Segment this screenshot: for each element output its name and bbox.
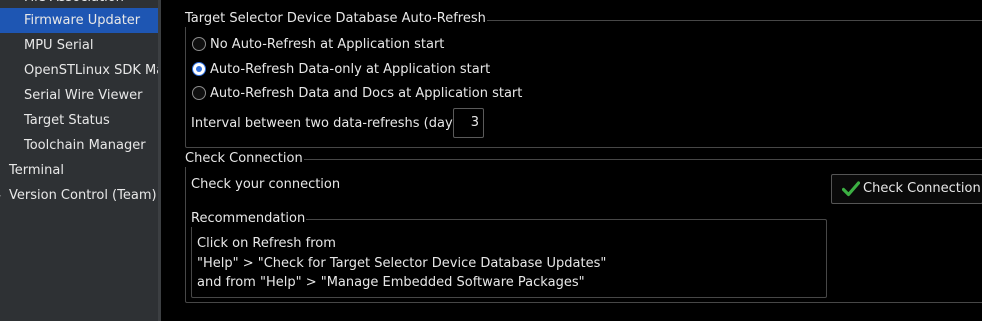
sidebar-item-firmware-updater[interactable]: Firmware Updater — [0, 8, 158, 33]
no-auto-refresh-radio[interactable] — [192, 37, 206, 51]
preferences-tree: File Association Firmware Updater MPU Se… — [0, 0, 158, 321]
sidebar-item-version-control[interactable]: Version Control (Team) — [9, 183, 157, 208]
sidebar-item-toolchain-manager[interactable]: Toolchain Manager — [24, 133, 146, 158]
recommendation-line-3: and from "Help" > "Manage Embedded Softw… — [197, 275, 585, 290]
sash-divider[interactable] — [158, 0, 161, 321]
sidebar-item-mpu-serial[interactable]: MPU Serial — [24, 33, 94, 58]
sidebar-item-serial-wire-viewer[interactable]: Serial Wire Viewer — [24, 83, 142, 108]
check-connection-button-label: Check Connection — [863, 181, 981, 196]
expand-arrow-icon[interactable]: ▸ — [0, 183, 1, 208]
recommendation-line-2: "Help" > "Check for Target Selector Devi… — [197, 256, 607, 271]
check-connection-button[interactable]: Check Connection — [831, 174, 982, 204]
check-connection-legend: Check Connection — [184, 151, 304, 167]
auto-refresh-legend: Target Selector Device Database Auto-Ref… — [184, 11, 487, 27]
checkmark-icon — [841, 181, 861, 201]
sidebar-item-terminal[interactable]: Terminal — [9, 158, 64, 183]
recommendation-line-1: Click on Refresh from — [197, 236, 336, 251]
auto-refresh-data-docs-radio[interactable] — [192, 86, 206, 100]
recommendation-legend: Recommendation — [190, 211, 307, 227]
auto-refresh-data-docs-label[interactable]: Auto-Refresh Data and Docs at Applicatio… — [210, 85, 522, 102]
sidebar-item-openstlinux-sdk-manager[interactable]: OpenSTLinux SDK Manager — [24, 58, 158, 83]
check-connection-prompt: Check your connection — [191, 177, 341, 192]
interval-days-input[interactable]: 3 — [453, 108, 484, 138]
interval-label: Interval between two data-refreshs (days… — [191, 116, 465, 131]
no-auto-refresh-label[interactable]: No Auto-Refresh at Application start — [210, 36, 444, 53]
auto-refresh-data-only-label[interactable]: Auto-Refresh Data-only at Application st… — [210, 61, 490, 78]
auto-refresh-data-only-radio[interactable] — [192, 62, 206, 76]
sidebar-item-target-status[interactable]: Target Status — [24, 108, 110, 133]
